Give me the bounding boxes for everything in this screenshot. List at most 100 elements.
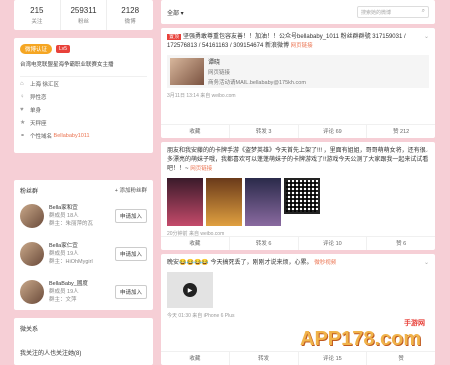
info-domain: ⚭ 个性域名 Bellababy1011	[20, 129, 147, 142]
like-button[interactable]: 赞 212	[367, 125, 435, 138]
post-text: 置顶 坚强勇敢尊重包容友善！！加油！！公众号bellababy_1011 粉丝群群…	[167, 33, 429, 51]
group-info: Bella家仁宜 群成员 19人 群主：HiOhMygirl	[49, 242, 115, 266]
web-link[interactable]: 网页链接	[190, 166, 212, 172]
info-list: ⌂ 上海 徐汇区 ♀ 异性恋 ♥ 单身 ★ 天秤座 ⚭ 个性域名 Bellaba…	[20, 76, 147, 142]
stat-value: 215	[30, 6, 44, 15]
post-text: 朋友和我安藤的的卡牌手游《盗梦英雄》今天首先上架了!!! ，里面有姐姐，哥哥萌萌…	[167, 147, 429, 174]
domain-link[interactable]: Bellababy1011	[54, 133, 90, 139]
post-card: ⌄ 朋友和我安藤的的卡牌手游《盗梦英雄》今天首先上架了!!! ，里面有姐姐，哥哥…	[161, 142, 435, 250]
stat-label: 关注	[31, 19, 43, 25]
stat-posts[interactable]: 2128 微博	[107, 0, 153, 30]
profile-bio: 台湾电竞联盟星海争霸职业联赛女主播	[20, 62, 114, 68]
info-location: ⌂ 上海 徐汇区	[20, 77, 147, 90]
micro-relations: 微关系 我关注的人也关注她(8)	[14, 318, 153, 365]
level-badge[interactable]: Lv5	[56, 45, 71, 53]
avatar[interactable]	[20, 242, 44, 266]
heart-icon: ♥	[20, 106, 24, 113]
group-name[interactable]: Bella家和宜	[49, 204, 115, 212]
feed-filter-dropdown[interactable]: 全部 ▾	[167, 8, 184, 17]
stat-label: 微博	[124, 19, 136, 25]
post-actions: 收藏 转发 6 评论 10 赞 6	[161, 236, 435, 250]
post-image[interactable]	[206, 178, 242, 226]
join-group-button[interactable]: 申请加入	[114, 247, 147, 261]
location-icon: ⌂	[20, 80, 24, 87]
group-members: 群成员 18人	[49, 213, 79, 219]
info-text: 上海 徐汇区	[30, 81, 60, 88]
post-image[interactable]	[245, 178, 281, 226]
section-title: 粉丝群	[20, 189, 39, 195]
fan-group-item: BellaBaby_國度 群成员 19人 群主：文萍 申请加入	[20, 275, 147, 309]
stat-following[interactable]: 215 关注	[14, 0, 61, 30]
info-text: 单身	[30, 107, 42, 114]
info-zodiac: ★ 天秤座	[20, 116, 147, 129]
link-icon: ⚭	[20, 133, 26, 139]
group-members: 群成员 19人	[49, 289, 79, 295]
comment-button[interactable]: 评论 10	[299, 237, 368, 250]
card-title: 谭晓	[208, 60, 221, 66]
star-icon: ★	[20, 120, 26, 126]
group-owner: 群主：文萍	[49, 297, 77, 303]
profile-badges: 微博认证 Lv5	[20, 44, 147, 54]
fan-groups: 粉丝群 + 添加粉丝群 Bella家和宜 群成员 18人 群主：朱丽萍的瓦 申请…	[14, 180, 153, 310]
like-button[interactable]: 赞 6	[367, 237, 435, 250]
group-name[interactable]: BellaBaby_國度	[49, 280, 115, 288]
group-owner: 群主：HiOhMygirl	[49, 259, 93, 265]
favorite-button[interactable]: 收藏	[161, 125, 230, 138]
info-relationship: ♥ 单身	[20, 103, 147, 116]
chevron-down-icon[interactable]: ⌄	[424, 259, 429, 266]
qr-code-image[interactable]	[284, 178, 320, 214]
group-info: Bella家和宜 群成员 18人 群主：朱丽萍的瓦	[49, 204, 115, 228]
card-desc: 商务活动请MAIL.bellababy@175kh.com	[208, 80, 306, 86]
card-link[interactable]: 网页链接	[208, 68, 306, 76]
post-text: 晚安😂😂😂😂 今天搞死丢了，刚刚才说来烦，心累。 微秒视频	[167, 259, 429, 268]
search-icon[interactable]: ⌕	[422, 8, 425, 15]
group-name[interactable]: Bella家仁宜	[49, 242, 115, 250]
search-input[interactable]: 搜索她的微博 ⌕	[357, 6, 429, 18]
comment-button[interactable]: 评论 69	[299, 125, 368, 138]
search-placeholder: 搜索她的微博	[361, 10, 392, 16]
favorite-button[interactable]: 收藏	[161, 237, 230, 250]
post-actions: 收藏 转发 3 评论 69 赞 212	[161, 124, 435, 138]
watermark-main: APP178.com	[300, 328, 422, 350]
repost-button[interactable]: 转发 6	[230, 237, 299, 250]
join-group-button[interactable]: 申请加入	[114, 285, 147, 299]
add-fan-group-button[interactable]: + 添加粉丝群	[115, 186, 147, 195]
right-edge	[439, 0, 450, 365]
profile-stats: 215 关注 259311 粉丝 2128 微博	[14, 0, 153, 30]
link-card[interactable]: 谭晓 网页链接 商务活动请MAIL.bellababy@175kh.com	[167, 55, 429, 88]
mutual-follow-link[interactable]: 我关注的人也关注她(8)	[20, 348, 147, 357]
pinned-badge: 置顶	[167, 34, 182, 40]
video-thumbnail[interactable]: ▶	[167, 272, 213, 308]
web-link[interactable]: 网页链接	[291, 43, 313, 49]
stat-label: 粉丝	[78, 19, 90, 25]
post-card: ⌄ 置顶 坚强勇敢尊重包容友善！！加油！！公众号bellababy_1011 粉丝…	[161, 28, 435, 138]
verify-badge[interactable]: 微博认证	[20, 44, 53, 54]
chevron-down-icon[interactable]: ⌄	[424, 147, 429, 154]
avatar[interactable]	[20, 280, 44, 304]
info-text: 天秤座	[30, 120, 47, 127]
section-title: 微关系	[20, 327, 39, 333]
info-prefix: 个性域名	[30, 133, 53, 140]
watermark-small: 手游网	[404, 320, 425, 327]
stat-followers[interactable]: 259311 粉丝	[61, 0, 108, 30]
post-image[interactable]	[167, 178, 203, 226]
post-images	[167, 178, 429, 226]
video-link[interactable]: 微秒视频	[314, 260, 336, 266]
feed-toolbar: 全部 ▾ 搜索她的微博 ⌕	[161, 0, 435, 24]
repost-button[interactable]: 转发	[230, 352, 299, 365]
group-members: 群成员 19人	[49, 251, 79, 257]
avatar[interactable]	[20, 204, 44, 228]
chevron-down-icon[interactable]: ⌄	[424, 33, 429, 40]
stat-value: 2128	[121, 6, 140, 15]
group-info: BellaBaby_國度 群成员 19人 群主：文萍	[49, 280, 115, 304]
profile-info: 微博认证 Lv5 台湾电竞联盟星海争霸职业联赛女主播 ⌂ 上海 徐汇区 ♀ 异性…	[14, 38, 153, 153]
video-camera-icon[interactable]: ▶	[183, 283, 197, 297]
join-group-button[interactable]: 申请加入	[114, 209, 147, 223]
stat-value: 259311	[70, 6, 97, 15]
gender-icon: ♀	[20, 93, 25, 100]
fan-groups-header: 粉丝群 + 添加粉丝群	[20, 186, 147, 195]
info-text: 异性恋	[30, 94, 47, 101]
favorite-button[interactable]: 收藏	[161, 352, 230, 365]
card-image	[170, 58, 204, 85]
repost-button[interactable]: 转发 3	[230, 125, 299, 138]
